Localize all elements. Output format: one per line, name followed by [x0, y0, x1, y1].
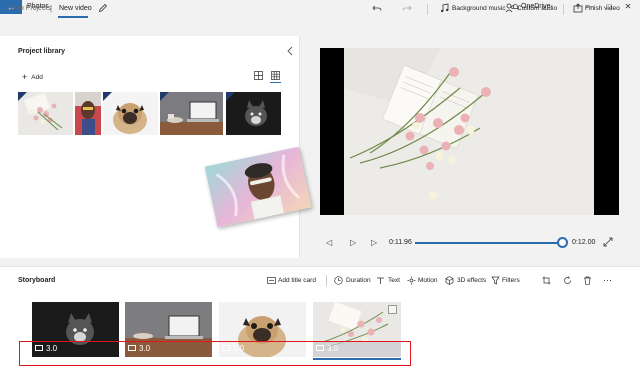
pencil-icon[interactable] — [98, 3, 108, 13]
redo-icon[interactable] — [402, 3, 412, 13]
plus-icon: + — [22, 72, 28, 82]
highlight-annotation-box — [19, 341, 411, 366]
add-button[interactable]: + Add — [22, 71, 43, 82]
filters-icon — [491, 276, 500, 285]
motion-icon — [407, 276, 416, 285]
previous-frame-button[interactable]: ◁ — [326, 238, 332, 247]
project-library-panel — [0, 36, 300, 258]
toolbar-separator — [427, 4, 428, 15]
selected-corner-marker — [160, 92, 169, 101]
storyboard-title: Storyboard — [18, 277, 56, 284]
selected-corner-marker — [103, 92, 112, 101]
selected-corner-marker — [18, 92, 27, 101]
custom-audio-button[interactable]: Custom audio — [517, 5, 557, 12]
play-icon: ▷ — [350, 238, 357, 247]
rotate-icon[interactable] — [563, 276, 572, 285]
step-forward-icon: ▷ — [371, 238, 378, 247]
filters-button[interactable]: Filters — [502, 277, 520, 284]
audio-person-icon — [505, 3, 515, 13]
music-note-icon — [441, 3, 449, 13]
trash-icon[interactable] — [583, 276, 592, 285]
undo-icon[interactable] — [372, 3, 382, 13]
grid-large-icon[interactable] — [271, 71, 280, 80]
crop-icon[interactable] — [542, 276, 551, 285]
breadcrumb-video-projects[interactable]: Video Projects — [6, 5, 51, 12]
add-title-card-button[interactable]: Add title card — [278, 277, 316, 284]
3d-effects-icon — [445, 276, 454, 285]
seek-bar[interactable] — [415, 242, 563, 244]
clock-icon — [334, 276, 343, 285]
project-library-title: Project library — [18, 48, 66, 55]
expand-icon[interactable] — [603, 237, 613, 247]
card-select-checkbox[interactable] — [388, 305, 397, 314]
selected-corner-marker — [226, 92, 235, 101]
finish-video-button[interactable]: Finish video — [585, 5, 620, 12]
export-icon — [573, 3, 583, 13]
view-selected-indicator — [270, 82, 281, 83]
background-music-button[interactable]: Background music — [452, 5, 505, 12]
text-icon — [377, 277, 384, 284]
more-options-icon[interactable]: ··· — [603, 275, 612, 285]
next-frame-button[interactable]: ▷ — [371, 238, 377, 247]
breadcrumb-underline — [58, 16, 88, 18]
3d-effects-button[interactable]: 3D effects — [457, 277, 486, 284]
library-thumbnail-cat[interactable] — [226, 92, 281, 135]
step-back-icon: ◁ — [326, 238, 333, 247]
total-time: 0:12.00 — [572, 239, 596, 246]
current-time: 0:11.96 — [389, 239, 412, 246]
library-thumbnail-pug[interactable] — [103, 92, 158, 135]
add-button-label: Add — [31, 74, 43, 81]
library-thumbnail-laptop[interactable] — [160, 92, 223, 135]
duration-button[interactable]: Duration — [346, 277, 371, 284]
video-preview[interactable] — [320, 48, 619, 215]
storyboard-separator — [326, 275, 327, 286]
play-button[interactable]: ▷ — [350, 238, 356, 247]
toolbar-separator — [563, 4, 564, 15]
seek-handle[interactable] — [557, 237, 568, 248]
text-button[interactable]: Text — [388, 277, 400, 284]
library-thumbnail-woman[interactable] — [75, 92, 101, 135]
breadcrumb-separator: | — [50, 4, 53, 13]
grid-small-icon[interactable] — [254, 71, 263, 80]
title-card-icon — [267, 277, 276, 284]
motion-button[interactable]: Motion — [418, 277, 438, 284]
chevron-left-icon[interactable] — [286, 46, 294, 56]
library-thumbnail-flowers[interactable] — [18, 92, 73, 135]
close-button[interactable]: ✕ — [621, 1, 635, 13]
breadcrumb-current[interactable]: New video — [59, 5, 92, 12]
